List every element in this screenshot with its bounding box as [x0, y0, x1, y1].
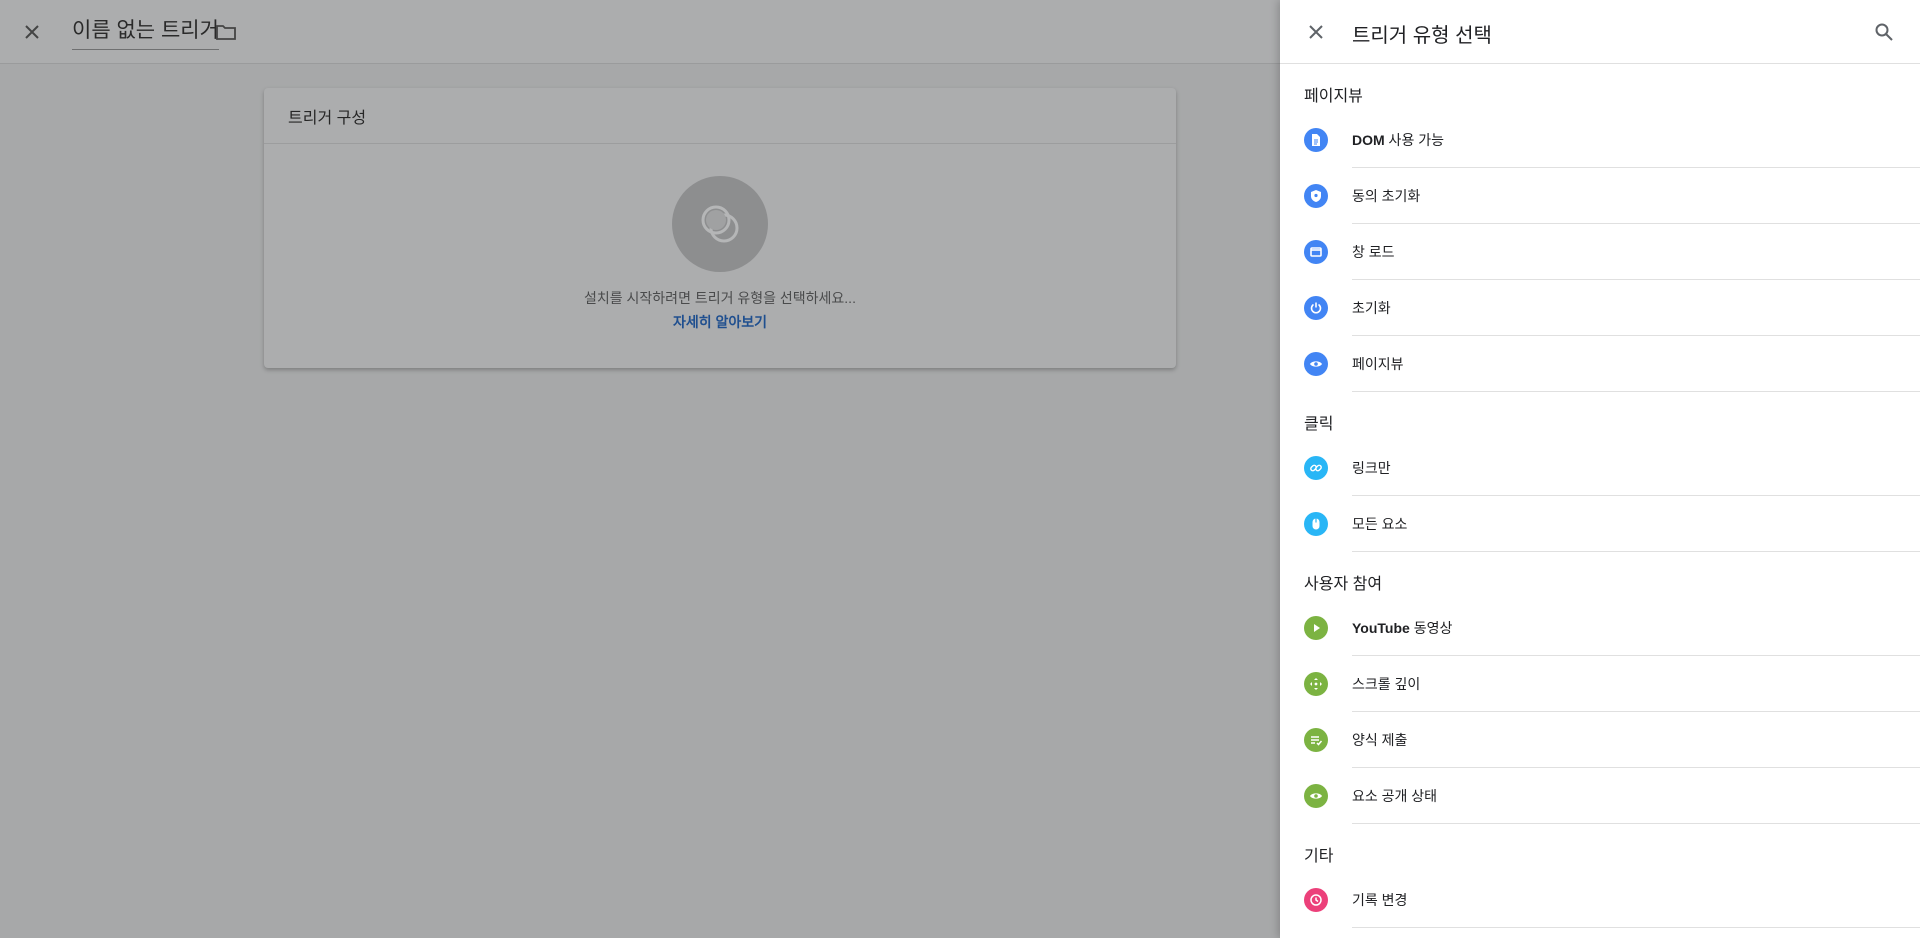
trigger-type-label-text: 요소 공개 상태 [1352, 788, 1438, 804]
trigger-type-label-text: 페이지뷰 [1352, 356, 1404, 372]
trigger-type-label-text: 창 로드 [1352, 244, 1395, 260]
trigger-type-item[interactable]: YouTube 동영상 [1280, 600, 1920, 656]
trigger-type-label: 스크롤 깊이 [1352, 674, 1420, 694]
search-icon[interactable] [1872, 20, 1896, 44]
trigger-type-label: 동의 초기화 [1352, 186, 1420, 206]
trigger-type-label: 초기화 [1352, 298, 1391, 318]
trigger-type-label: 양식 제출 [1352, 730, 1407, 750]
play-icon [1304, 616, 1328, 640]
divider [1352, 391, 1920, 392]
trigger-type-item[interactable]: 양식 제출 [1280, 712, 1920, 768]
form-icon [1304, 728, 1328, 752]
trigger-type-label-text: 기록 변경 [1352, 892, 1408, 908]
trigger-type-list: 페이지뷰 DOM 사용 가능 동의 초기화 창 로드 초기화 페이지뷰 클릭 링크만 모든 요소… [1280, 64, 1920, 928]
shield-icon [1304, 184, 1328, 208]
window-icon [1304, 240, 1328, 264]
trigger-type-item[interactable]: 스크롤 깊이 [1280, 656, 1920, 712]
trigger-type-label: DOM 사용 가능 [1352, 130, 1444, 150]
divider [1352, 927, 1920, 928]
trigger-type-item[interactable]: 동의 초기화 [1280, 168, 1920, 224]
close-icon[interactable] [1304, 20, 1328, 44]
eye-icon [1304, 784, 1328, 808]
trigger-type-label-bold: YouTube [1352, 620, 1410, 636]
trigger-editor: 이름 없는 트리거 트리거 구성 설치를 시작하려면 트리거 유형을 선택하세요… [0, 0, 1280, 938]
trigger-config-card: 트리거 구성 설치를 시작하려면 트리거 유형을 선택하세요... 자세히 알아… [264, 88, 1176, 368]
trigger-type-label: 창 로드 [1352, 242, 1395, 262]
learn-more-link[interactable]: 자세히 알아보기 [264, 312, 1176, 332]
trigger-type-item[interactable]: 초기화 [1280, 280, 1920, 336]
trigger-type-item[interactable]: 페이지뷰 [1280, 336, 1920, 392]
section-title: 사용자 참여 [1304, 576, 1383, 593]
trigger-type-label-text: 동영상 [1409, 620, 1453, 636]
eye-icon [1304, 352, 1328, 376]
drawer-title: 트리거 유형 선택 [1352, 25, 1492, 47]
trigger-type-item[interactable]: 링크만 [1280, 440, 1920, 496]
card-hint-text: 설치를 시작하려면 트리거 유형을 선택하세요... [584, 290, 856, 306]
trigger-name-input[interactable]: 이름 없는 트리거 [72, 18, 219, 50]
trigger-type-label: 요소 공개 상태 [1352, 786, 1437, 806]
drawer-header: 트리거 유형 선택 [1280, 0, 1920, 64]
trigger-type-label-text: 양식 제출 [1352, 732, 1408, 748]
trigger-type-item[interactable]: DOM 사용 가능 [1280, 112, 1920, 168]
card-title: 트리거 구성 [264, 88, 1176, 144]
trigger-type-label: 모든 요소 [1352, 514, 1407, 534]
trigger-type-label-text: 링크만 [1352, 460, 1391, 476]
trigger-type-item[interactable]: 창 로드 [1280, 224, 1920, 280]
trigger-type-label: 링크만 [1352, 458, 1391, 478]
close-icon[interactable] [20, 20, 44, 44]
trigger-type-label-text: 사용 가능 [1384, 132, 1444, 148]
section-title: 페이지뷰 [1304, 88, 1363, 105]
power-icon [1304, 296, 1328, 320]
trigger-type-placeholder-icon[interactable] [672, 176, 768, 272]
folder-icon[interactable] [214, 20, 238, 44]
divider [1352, 551, 1920, 552]
divider [1352, 823, 1920, 824]
trigger-type-label: 기록 변경 [1352, 890, 1407, 910]
trigger-type-label-text: 스크롤 깊이 [1352, 676, 1421, 692]
link-icon [1304, 456, 1328, 480]
history-icon [1304, 888, 1328, 912]
editor-header: 이름 없는 트리거 [0, 0, 1280, 64]
mouse-icon [1304, 512, 1328, 536]
document-icon [1304, 128, 1328, 152]
trigger-type-drawer: 트리거 유형 선택 페이지뷰 DOM 사용 가능 동의 초기화 창 로드 초기화 페이지뷰… [1280, 0, 1920, 938]
trigger-type-item[interactable]: 요소 공개 상태 [1280, 768, 1920, 824]
trigger-type-item[interactable]: 모든 요소 [1280, 496, 1920, 552]
trigger-type-label: YouTube 동영상 [1352, 618, 1452, 638]
trigger-type-item[interactable]: 기록 변경 [1280, 872, 1920, 928]
section-title: 기타 [1304, 848, 1334, 865]
trigger-type-label-text: 동의 초기화 [1352, 188, 1421, 204]
section-title: 클릭 [1304, 416, 1334, 433]
trigger-type-label: 페이지뷰 [1352, 354, 1404, 374]
trigger-type-label-bold: DOM [1352, 132, 1385, 148]
trigger-type-label-text: 초기화 [1352, 300, 1391, 316]
trigger-type-label-text: 모든 요소 [1352, 516, 1408, 532]
scroll-icon [1304, 672, 1328, 696]
